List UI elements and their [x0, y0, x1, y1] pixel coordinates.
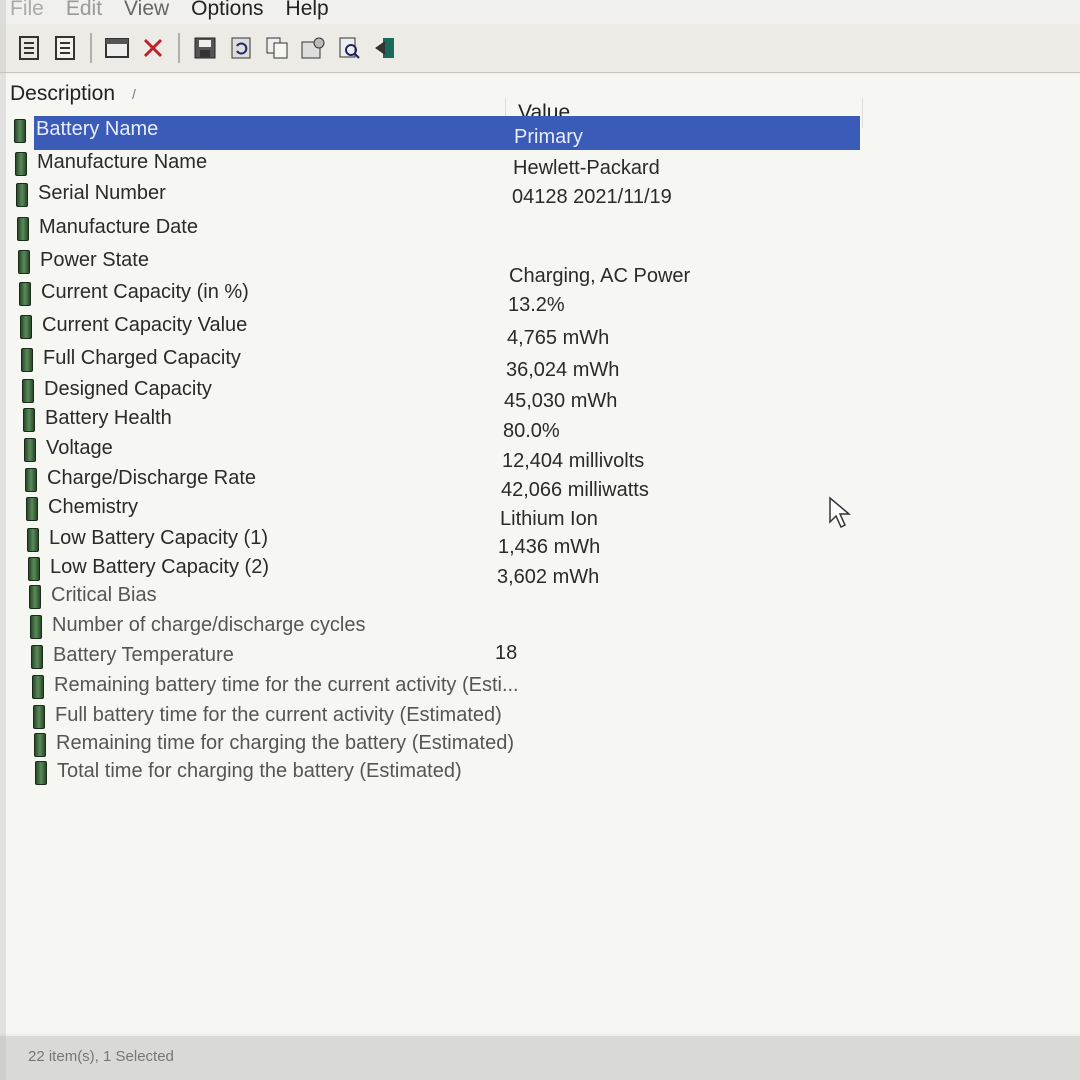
battery-row-icon: [23, 408, 35, 432]
row-value: Lithium Ion: [500, 508, 598, 530]
row-description: Remaining time for charging the battery …: [56, 732, 514, 754]
save-icon[interactable]: [190, 32, 220, 64]
delete-icon[interactable]: [138, 32, 168, 64]
toolbar-separator: [178, 33, 180, 63]
battery-row-icon: [15, 152, 27, 176]
column-header-description[interactable]: Description: [10, 82, 115, 106]
row-value: 3,602 mWh: [497, 566, 600, 588]
sort-arrow-icon: /: [132, 86, 136, 102]
row-value: 45,030 mWh: [504, 390, 618, 412]
row-description: Battery Temperature: [53, 644, 234, 666]
list-row[interactable]: Manufacture Date: [0, 214, 1080, 244]
battery-row-icon: [35, 761, 47, 785]
battery-row-icon: [18, 250, 30, 274]
row-value: 1,436 mWh: [498, 536, 601, 558]
exit-icon[interactable]: [370, 32, 400, 64]
list-row[interactable]: Full battery time for the current activi…: [0, 702, 1080, 732]
row-description: Total time for charging the battery (Est…: [57, 760, 462, 782]
list-row[interactable]: Total time for charging the battery (Est…: [0, 758, 1080, 788]
row-description: Low Battery Capacity (2): [50, 556, 269, 578]
battery-row-icon: [29, 585, 41, 609]
row-description: Remaining battery time for the current a…: [54, 674, 519, 696]
battery-row-icon: [14, 119, 26, 143]
row-description: Chemistry: [48, 496, 139, 518]
row-value: 36,024 mWh: [506, 359, 620, 381]
menu-bar: File Edit View Options Help: [0, 0, 1080, 24]
battery-row-icon: [34, 733, 46, 757]
battery-row-icon: [26, 497, 38, 521]
screen-edge: [0, 0, 6, 1080]
row-description: Manufacture Name: [37, 151, 208, 173]
find-icon[interactable]: [334, 32, 364, 64]
list-row[interactable]: Number of charge/discharge cycles: [0, 612, 1080, 642]
refresh-icon[interactable]: [226, 32, 256, 64]
row-description: Low Battery Capacity (1): [49, 527, 268, 549]
row-description: Charge/Discharge Rate: [47, 467, 256, 489]
row-value: 12,404 millivolts: [502, 450, 645, 472]
row-description: Full battery time for the current activi…: [55, 704, 502, 726]
battery-row-icon: [25, 468, 37, 492]
row-description: Voltage: [46, 437, 113, 459]
copy-icon[interactable]: [262, 32, 292, 64]
row-value: 4,765 mWh: [507, 327, 610, 349]
row-value: Charging, AC Power: [509, 265, 691, 287]
list-row[interactable]: Remaining time for charging the battery …: [0, 730, 1080, 760]
list-row[interactable]: Battery Temperature: [0, 642, 1080, 672]
row-value: 42,066 milliwatts: [501, 479, 649, 501]
battery-row-icon: [21, 348, 33, 372]
row-description: Current Capacity Value: [42, 314, 248, 336]
battery-row-icon: [24, 438, 36, 462]
row-description: Manufacture Date: [39, 216, 198, 238]
row-description: Critical Bias: [51, 584, 157, 606]
battery-row-icon: [32, 675, 44, 699]
row-value: 18: [495, 642, 518, 664]
row-description: Serial Number: [38, 182, 166, 204]
menu-view[interactable]: View: [124, 0, 169, 21]
battery-row-icon: [16, 183, 28, 207]
battery-row-icon: [19, 282, 31, 306]
row-description: Current Capacity (in %): [41, 281, 249, 303]
toolbar: [0, 24, 1080, 73]
battery-row-icon: [22, 379, 34, 403]
row-value: 80.0%: [503, 420, 560, 442]
window-icon[interactable]: [102, 32, 132, 64]
row-value: Primary: [514, 126, 583, 148]
toolbar-separator: [90, 33, 92, 63]
menu-options[interactable]: Options: [191, 0, 263, 21]
battery-row-icon: [30, 615, 42, 639]
battery-row-icon: [27, 528, 39, 552]
properties-icon[interactable]: [14, 32, 44, 64]
battery-row-icon: [28, 557, 40, 581]
row-description: Full Charged Capacity: [43, 347, 241, 369]
app-window: File Edit View Options Help Description …: [0, 0, 1080, 1080]
html-report-icon[interactable]: [50, 32, 80, 64]
options-icon[interactable]: [298, 32, 328, 64]
mouse-pointer-icon: [829, 496, 852, 529]
row-value: 04128 2021/11/19: [512, 186, 672, 208]
battery-row-icon: [20, 315, 32, 339]
row-value: 13.2%: [508, 294, 565, 316]
list-row[interactable]: Remaining battery time for the current a…: [0, 672, 1080, 702]
row-description: Battery Name: [36, 118, 159, 140]
row-description: Designed Capacity: [44, 378, 212, 400]
row-description: Number of charge/discharge cycles: [52, 614, 366, 636]
battery-row-icon: [33, 705, 45, 729]
battery-row-icon: [17, 217, 29, 241]
menu-help[interactable]: Help: [286, 0, 329, 21]
battery-row-icon: [31, 645, 43, 669]
row-description: Battery Health: [45, 407, 172, 429]
row-description: Power State: [40, 249, 149, 271]
menu-file[interactable]: File: [10, 0, 44, 21]
row-value: Hewlett-Packard: [513, 157, 660, 179]
menu-edit[interactable]: Edit: [66, 0, 102, 21]
status-text: 22 item(s), 1 Selected: [28, 1048, 174, 1065]
